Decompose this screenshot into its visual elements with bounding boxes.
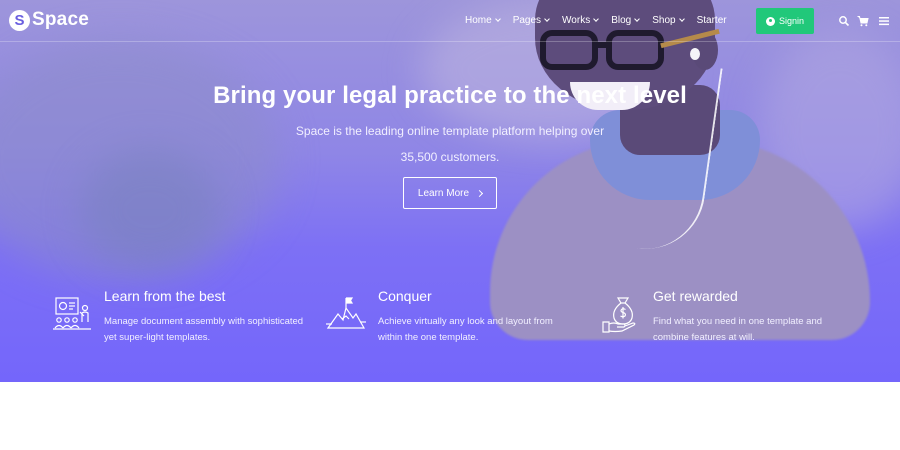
hero-subtitle: Space is the leading online template pla… <box>295 124 605 164</box>
search-icon[interactable] <box>838 15 850 27</box>
nav-item-label: Home <box>465 15 492 26</box>
chevron-down-icon <box>593 16 600 22</box>
cart-icon[interactable] <box>857 15 869 27</box>
chevron-down-icon <box>494 16 501 22</box>
nav-item-home[interactable]: Home <box>465 15 501 26</box>
chevron-down-icon <box>634 16 641 22</box>
brand-logo[interactable]: S Space <box>9 9 89 31</box>
nav-item-shop[interactable]: Shop <box>652 15 685 26</box>
nav-item-label: Starter <box>696 15 727 26</box>
hero-title: Bring your legal practice to the next le… <box>213 82 687 109</box>
learn-more-button[interactable]: Learn More <box>403 177 497 209</box>
chevron-down-icon <box>678 16 685 22</box>
logo-badge: S <box>9 9 30 31</box>
mountain-flag-icon <box>326 297 366 329</box>
nav-item-label: Blog <box>611 15 632 26</box>
background-plant <box>80 150 220 270</box>
site-header: S Space Home Pages Works Blog Shop Start… <box>0 0 900 42</box>
nav-item-label: Shop <box>652 15 676 26</box>
learn-more-label: Learn More <box>417 187 470 199</box>
main-nav: Home Pages Works Blog Shop Starter <box>465 15 740 26</box>
user-icon <box>765 16 775 26</box>
nav-item-works[interactable]: Works <box>562 15 600 26</box>
money-bag-icon <box>602 297 636 333</box>
nav-item-label: Pages <box>512 15 542 26</box>
signin-label: Signin <box>778 16 805 26</box>
feature-description: Achieve virtually any look and layout fr… <box>378 316 553 343</box>
feature-title: Get rewarded <box>653 288 738 304</box>
feature-description: Manage document assembly with sophistica… <box>104 316 304 343</box>
signin-button[interactable]: Signin <box>756 8 814 34</box>
hero-section: S Space Home Pages Works Blog Shop Start… <box>0 0 900 382</box>
feature-title: Conquer <box>378 288 432 304</box>
nav-item-blog[interactable]: Blog <box>611 15 641 26</box>
logo-text: Space <box>32 9 89 30</box>
nav-item-starter[interactable]: Starter <box>697 15 727 26</box>
menu-icon[interactable] <box>878 15 890 27</box>
feature-title: Learn from the best <box>104 288 226 304</box>
feature-description: Find what you need in one template and c… <box>653 316 823 343</box>
chevron-down-icon <box>544 16 550 22</box>
nav-item-pages[interactable]: Pages <box>512 15 550 26</box>
nav-item-label: Works <box>562 15 591 26</box>
chevron-right-icon <box>476 189 484 197</box>
presentation-icon <box>53 297 91 330</box>
